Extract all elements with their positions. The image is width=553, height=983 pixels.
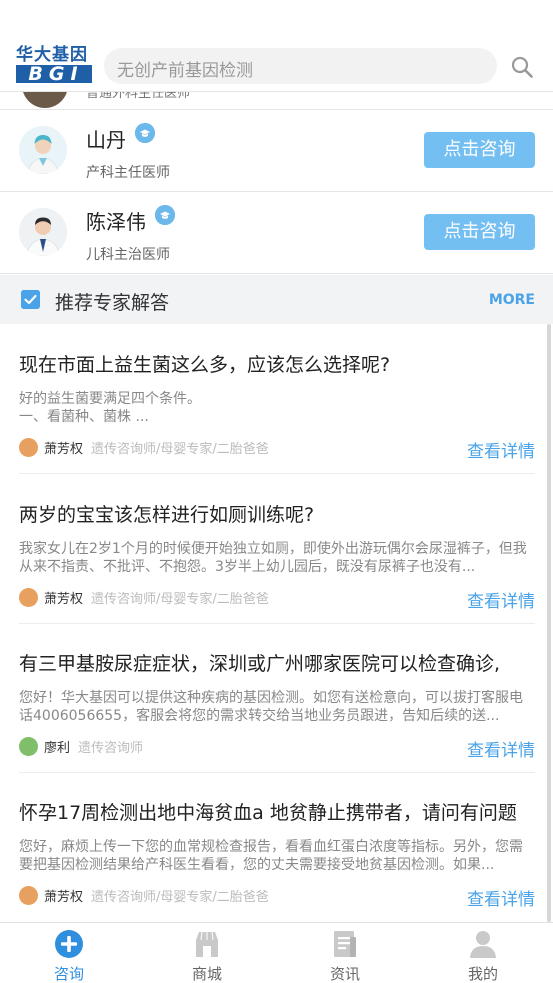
expert-answers-header: 推荐专家解答 MORE: [0, 275, 553, 324]
doctor-avatar: [19, 208, 67, 256]
nav-item-news[interactable]: 资讯: [276, 923, 414, 983]
consult-plus-icon: [55, 930, 83, 958]
article-title: 有三甲基胺尿症症状，深圳或广州哪家医院可以检查确诊,: [19, 653, 501, 675]
doctor-title: 产科主任医师: [86, 165, 170, 181]
article-item[interactable]: 现在市面上益生菌这么多，应该怎么选择呢? 好的益生菌要满足四个条件。 一、看菌种…: [0, 324, 553, 474]
doctor-title: 儿科主治医师: [86, 247, 170, 263]
view-detail-link[interactable]: 查看详情: [467, 885, 535, 910]
author-name: 萧芳权: [44, 442, 84, 457]
author-role: 遗传咨询师/母婴专家/二胎爸爸: [91, 442, 269, 457]
verified-badge-icon: [135, 123, 155, 143]
app-header: 华大基因 BGI 无创产前基因检测: [0, 0, 553, 92]
author-role: 遗传咨询师: [78, 741, 144, 756]
doctor-row[interactable]: 陈泽伟 儿科主治医师 点击咨询: [0, 192, 553, 274]
consult-button[interactable]: 点击咨询: [424, 132, 535, 168]
store-icon: [196, 931, 218, 957]
section-title: 推荐专家解答: [55, 292, 170, 314]
consult-button[interactable]: 点击咨询: [424, 214, 535, 250]
author-name: 萧芳权: [44, 592, 84, 607]
bottom-nav: 咨询 商城 资讯 我的: [0, 922, 553, 983]
view-detail-link[interactable]: 查看详情: [467, 587, 535, 612]
nav-item-mine[interactable]: 我的: [414, 923, 552, 983]
article-title: 怀孕17周检测出地中海贫血a 地贫静止携带者，请问有问题: [19, 802, 517, 824]
author-role: 遗传咨询师/母婴专家/二胎爸爸: [91, 890, 269, 905]
doctor-row[interactable]: 山丹 产科主任医师 点击咨询: [0, 110, 553, 192]
author-name: 廖利: [44, 741, 71, 756]
doctor-avatar: [19, 126, 67, 174]
author-avatar: [19, 438, 38, 457]
article-title: 两岁的宝宝该怎样进行如厕训练呢?: [19, 504, 315, 526]
author-avatar: [19, 886, 38, 905]
author-name: 萧芳权: [44, 890, 84, 905]
more-link[interactable]: MORE: [489, 292, 535, 308]
search-input[interactable]: 无创产前基因检测: [104, 48, 497, 84]
nav-item-consult[interactable]: 咨询: [0, 923, 138, 983]
doctor-name: 山丹: [86, 128, 126, 152]
logo-chinese-text: 华大基因: [16, 45, 88, 65]
verified-badge-icon: [155, 205, 175, 225]
doctor-row-partial[interactable]: 普通外科主任医师: [0, 92, 553, 110]
article-excerpt: 我家女儿在2岁1个月的时候便开始独立如厕，即使外出游玩偶尔会尿湿裤子，但我从来不…: [19, 541, 527, 575]
checkbox-icon: [21, 290, 40, 309]
doctor-title: 普通外科主任医师: [86, 92, 191, 101]
nav-label: 我的: [467, 965, 498, 983]
article-title: 现在市面上益生菌这么多，应该怎么选择呢?: [19, 354, 391, 376]
nav-label: 商城: [191, 965, 222, 983]
news-icon: [334, 931, 356, 957]
bgi-logo: 华大基因 BGI: [16, 45, 92, 84]
view-detail-link[interactable]: 查看详情: [467, 736, 535, 761]
article-item[interactable]: 怀孕17周检测出地中海贫血a 地贫静止携带者，请问有问题 您好，麻烦上传一下您的…: [0, 772, 553, 922]
article-excerpt: 好的益生菌要满足四个条件。 一、看菌种、菌株 ...: [19, 391, 201, 425]
nav-item-store[interactable]: 商城: [138, 923, 276, 983]
nav-label: 咨询: [53, 965, 84, 983]
nav-label: 资讯: [329, 965, 360, 983]
author-avatar: [19, 737, 38, 756]
article-excerpt: 您好，麻烦上传一下您的血常规检查报告，看看血红蛋白浓度等指标。另外，您需要把基因…: [19, 839, 523, 873]
view-detail-link[interactable]: 查看详情: [467, 437, 535, 462]
search-icon[interactable]: [510, 55, 534, 79]
person-icon: [470, 931, 496, 958]
author-avatar: [19, 588, 38, 607]
doctor-name: 陈泽伟: [86, 210, 146, 234]
search-placeholder: 无创产前基因检测: [117, 61, 253, 81]
article-item[interactable]: 两岁的宝宝该怎样进行如厕训练呢? 我家女儿在2岁1个月的时候便开始独立如厕，即使…: [0, 474, 553, 624]
author-role: 遗传咨询师/母婴专家/二胎爸爸: [91, 592, 269, 607]
logo-english-text: BGI: [16, 65, 92, 84]
article-item[interactable]: 有三甲基胺尿症症状，深圳或广州哪家医院可以检查确诊, 您好！华大基因可以提供这种…: [0, 623, 553, 773]
doctor-avatar: [22, 92, 68, 108]
article-excerpt: 您好！华大基因可以提供这种疾病的基因检测。如您有送检意向，可以拔打客服电话400…: [19, 690, 523, 724]
